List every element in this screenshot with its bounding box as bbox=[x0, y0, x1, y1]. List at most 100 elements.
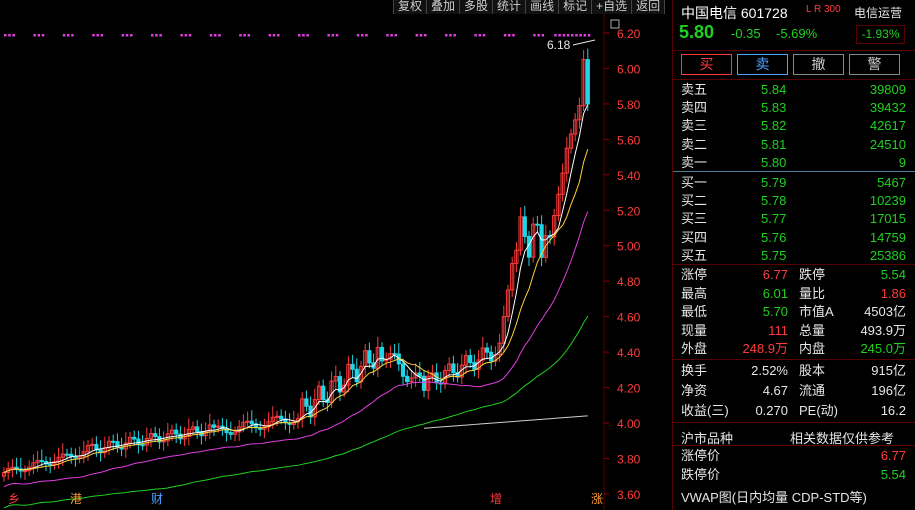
signal-dot bbox=[356, 34, 360, 37]
candle-body bbox=[211, 424, 217, 428]
signal-dot bbox=[541, 34, 545, 37]
cancel-order-button[interactable]: 撤 bbox=[793, 54, 844, 75]
stat-row: 外盘 248.9万 内盘 245.0万 bbox=[673, 340, 915, 358]
toolbar-button[interactable]: 返回 bbox=[631, 0, 666, 14]
signal-dot bbox=[184, 34, 188, 37]
signal-dot bbox=[96, 34, 99, 37]
fund-label: 收益(三) bbox=[681, 403, 729, 418]
signal-dot bbox=[579, 34, 582, 37]
candle-body bbox=[178, 433, 183, 440]
candle-body bbox=[195, 426, 200, 433]
order-row[interactable]: 买五 5.75 25386 bbox=[673, 247, 915, 265]
order-price: 5.81 bbox=[761, 136, 787, 152]
sector-name[interactable]: 电信运营 bbox=[854, 4, 902, 21]
limit-label: 涨停价 bbox=[681, 448, 721, 463]
divider bbox=[673, 422, 915, 423]
y-tick-label: 3.60 bbox=[617, 488, 641, 502]
toolbar-button[interactable]: +自选 bbox=[591, 0, 632, 14]
order-row[interactable]: 卖三 5.82 42617 bbox=[673, 117, 915, 135]
signal-dot bbox=[37, 34, 41, 37]
signal-dot bbox=[12, 34, 15, 37]
order-row[interactable]: 卖二 5.81 24510 bbox=[673, 136, 915, 154]
signal-dot bbox=[180, 34, 183, 37]
signal-dot bbox=[583, 34, 587, 37]
order-row[interactable]: 卖四 5.83 39432 bbox=[673, 99, 915, 117]
y-tick-label: 4.20 bbox=[617, 382, 641, 396]
limit-row: 涨停价 6.77 bbox=[673, 447, 915, 465]
toolbar-button[interactable]: 复权 bbox=[393, 0, 427, 14]
signal-dot bbox=[566, 34, 570, 37]
order-price: 5.82 bbox=[761, 118, 787, 134]
signal-dot bbox=[386, 34, 389, 37]
toolbar-button[interactable]: 多股 bbox=[459, 0, 493, 14]
signal-dot bbox=[268, 34, 272, 37]
price-change-pct: -5.69% bbox=[776, 26, 818, 41]
buy-button[interactable]: 买 bbox=[681, 54, 732, 75]
fundamental-row: 换手 2.52% 股本 915亿 bbox=[673, 362, 915, 380]
y-tick-label: 5.40 bbox=[617, 169, 641, 183]
order-row[interactable]: 买一 5.79 5467 bbox=[673, 174, 915, 192]
stat-value: 248.9万 bbox=[742, 341, 788, 357]
limit-value: 5.54 bbox=[880, 467, 906, 482]
order-volume: 39809 bbox=[869, 82, 906, 97]
order-price: 5.84 bbox=[761, 82, 787, 97]
signal-dot bbox=[121, 34, 125, 37]
signal-dot bbox=[247, 34, 251, 37]
signal-dot bbox=[159, 34, 162, 37]
signal-dot bbox=[575, 34, 578, 37]
stat-value: 493.9万 bbox=[860, 322, 906, 338]
toolbar-button[interactable]: 叠加 bbox=[426, 0, 460, 14]
candle-body bbox=[14, 466, 19, 470]
stat-value: 111 bbox=[768, 322, 788, 338]
y-tick-label: 4.60 bbox=[617, 311, 641, 325]
candle-body bbox=[354, 368, 359, 383]
signal-dot bbox=[508, 34, 511, 37]
stat-label: 量比 bbox=[799, 285, 826, 301]
signal-dot bbox=[512, 34, 515, 37]
order-row[interactable]: 卖五 5.84 39809 bbox=[673, 81, 915, 99]
kline-chart[interactable]: 6.20 6.00 5.80 5.60 5.40 5.20 5.00 4.80 4.60 4.40… bbox=[0, 14, 672, 510]
signal-dot bbox=[306, 34, 309, 37]
fund-value: 4.67 bbox=[762, 383, 788, 398]
order-row[interactable]: 买二 5.78 10239 bbox=[673, 192, 915, 210]
stat-row: 最高 6.01 量比 1.86 bbox=[673, 285, 915, 303]
candle-body bbox=[22, 470, 28, 473]
signal-dot bbox=[272, 34, 276, 37]
candle-body bbox=[73, 456, 78, 459]
signal-dot bbox=[218, 34, 221, 37]
candle-body bbox=[417, 372, 422, 377]
toolbar-button[interactable]: 标记 bbox=[558, 0, 592, 14]
stock-tag: L R 300 bbox=[806, 4, 841, 15]
signal-dot bbox=[537, 34, 540, 37]
stat-value: 5.70 bbox=[762, 304, 788, 320]
stat-value: 6.77 bbox=[762, 267, 788, 282]
toolbar-button[interactable]: 统计 bbox=[492, 0, 526, 14]
order-level-label: 卖五 bbox=[681, 82, 708, 97]
signal-dot bbox=[419, 34, 423, 37]
alert-button[interactable]: 警 bbox=[849, 54, 900, 75]
order-volume: 25386 bbox=[869, 247, 906, 263]
stat-label: 最低 bbox=[681, 304, 708, 320]
signal-dot bbox=[453, 34, 456, 37]
candle-body bbox=[249, 420, 254, 425]
sell-button[interactable]: 卖 bbox=[737, 54, 788, 75]
signal-dot bbox=[214, 34, 217, 37]
order-row[interactable]: 卖一 5.80 9 bbox=[673, 154, 915, 172]
vwap-link[interactable]: VWAP图(日内均量 CDP-STD等) bbox=[681, 487, 867, 506]
candle-body bbox=[489, 351, 494, 362]
stat-label: 内盘 bbox=[799, 341, 826, 357]
signal-dot bbox=[277, 34, 280, 37]
order-row[interactable]: 买四 5.76 14759 bbox=[673, 229, 915, 247]
order-price: 5.77 bbox=[761, 211, 787, 227]
kline-svg[interactable]: 6.20 6.00 5.80 5.60 5.40 5.20 5.00 4.80 4.60 4.40… bbox=[0, 14, 672, 510]
candle-body bbox=[279, 415, 284, 420]
signal-dot bbox=[92, 34, 95, 37]
candle-body bbox=[153, 433, 158, 438]
stock-title: 中国电信 601728 bbox=[681, 5, 788, 21]
ma5-line bbox=[3, 104, 589, 474]
event-marker: 增 bbox=[490, 492, 502, 506]
toolbar-button[interactable]: 画线 bbox=[525, 0, 559, 14]
order-volume: 39432 bbox=[869, 100, 906, 116]
order-row[interactable]: 买三 5.77 17015 bbox=[673, 210, 915, 228]
signal-dot bbox=[125, 34, 129, 37]
